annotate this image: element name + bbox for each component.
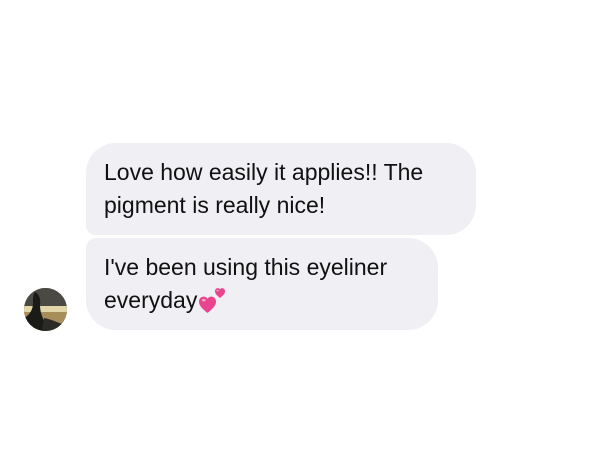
message-text-fragment: everyday <box>104 287 198 313</box>
message-text-line: I've been using this eyeliner <box>104 254 388 280</box>
two-hearts-icon <box>198 286 228 314</box>
message-thread: Love how easily it applies!! The pigment… <box>0 0 600 476</box>
message-text-line: Love how easily it applies!! The <box>104 159 424 185</box>
message-text-line: pigment is really nice! <box>104 192 326 218</box>
avatar[interactable] <box>24 288 67 331</box>
message-bubble[interactable]: I've been using this eyeliner everyday <box>86 238 438 330</box>
message-text-line: everyday <box>104 284 418 317</box>
message-bubble[interactable]: Love how easily it applies!! The pigment… <box>86 143 476 235</box>
